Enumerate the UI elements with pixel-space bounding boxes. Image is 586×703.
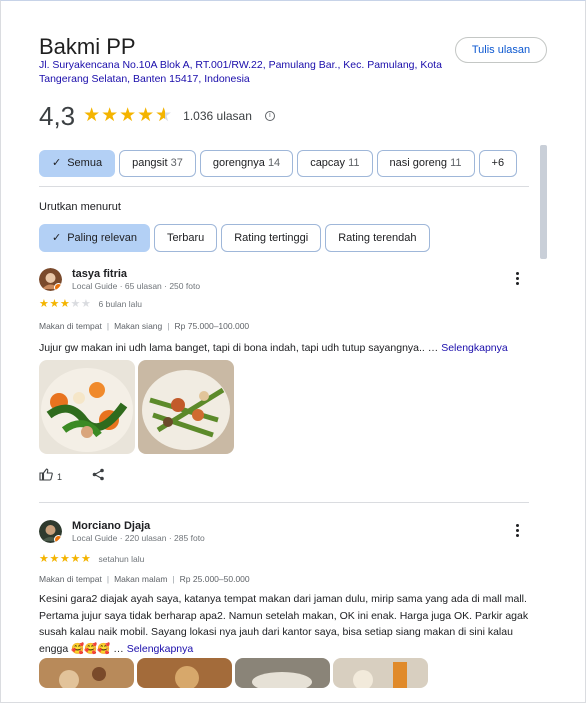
share-icon[interactable]: [92, 468, 105, 486]
star-icon: ★: [39, 553, 49, 565]
review-photos: [39, 360, 237, 454]
topic-filter-chips: ✓ Semua pangsit 37 gorengnya 14 capcay 11…: [39, 150, 521, 177]
chip-count: 14: [267, 157, 281, 169]
read-more-link[interactable]: Selengkapnya: [441, 342, 508, 354]
filter-chip-capcay[interactable]: capcay 11: [297, 150, 373, 177]
review-photo[interactable]: [138, 360, 234, 454]
filter-chip-nasi-goreng[interactable]: nasi goreng 11: [376, 150, 475, 177]
chip-label: nasi goreng: [389, 157, 448, 169]
reviewer-meta: Local Guide · 65 ulasan · 250 foto: [72, 281, 201, 291]
average-stars: ★ ★ ★ ★ ★ ★: [83, 106, 173, 126]
chip-label: capcay: [310, 157, 346, 169]
chip-count: 11: [450, 157, 462, 169]
like-count: 1: [57, 472, 63, 482]
review-photo[interactable]: [39, 658, 134, 688]
avatar[interactable]: [39, 520, 62, 543]
sort-options: ✓ Paling relevan Terbaru Rating tertinggi…: [39, 224, 434, 252]
star-icon: ★: [70, 298, 81, 310]
review-date: 6 bulan lalu: [98, 299, 142, 309]
filter-chip-semua[interactable]: ✓ Semua: [39, 150, 116, 177]
local-guide-badge-icon: [54, 535, 62, 543]
chip-label: Terbaru: [166, 232, 205, 244]
reviewer-name[interactable]: tasya fitria: [72, 268, 127, 280]
like-button[interactable]: [39, 468, 53, 486]
rating-summary: 4,3 ★ ★ ★ ★ ★ ★ 1.036 ulasan i: [39, 100, 275, 132]
half-star-icon: ★ ★: [155, 105, 173, 126]
filter-chip-gorengnya[interactable]: gorengnya 14: [199, 150, 294, 177]
sort-highest[interactable]: Rating tertinggi: [221, 224, 322, 252]
review-text: Kesini gara2 diajak ayah saya, katanya t…: [39, 591, 539, 657]
divider: [39, 502, 529, 503]
chip-count: 11: [348, 157, 360, 169]
sort-newest[interactable]: Terbaru: [153, 224, 218, 252]
star-icon: ★: [39, 298, 49, 310]
review-stars: ★ ★ ★ ★ ★ 6 bulan lalu: [39, 298, 142, 310]
chip-label: Rating terendah: [338, 232, 417, 244]
more-options-icon[interactable]: [515, 524, 521, 538]
star-icon: ★: [101, 105, 119, 126]
star-icon: ★: [49, 298, 60, 310]
average-rating: 4,3: [39, 100, 76, 131]
review-photo[interactable]: [137, 658, 232, 688]
sort-label: Urutkan menurut: [39, 201, 121, 213]
chip-label: Paling relevan: [67, 232, 137, 244]
review-text: Jujur gw makan ini udh lama banget, tapi…: [39, 340, 539, 357]
reviewer-name[interactable]: Morciano Djaja: [72, 520, 150, 532]
tag-price: Rp 25.000–50.000: [179, 574, 250, 584]
divider: [39, 186, 529, 187]
chip-count: 37: [170, 157, 183, 169]
review-photo[interactable]: [39, 360, 135, 454]
review-card: tasya fitria Local Guide · 65 ulasan · 2…: [39, 268, 539, 490]
tag-meal: Makan siang: [114, 321, 163, 331]
review-stars: ★ ★ ★ ★ ★ setahun lalu: [39, 553, 144, 565]
chip-label: +6: [491, 157, 505, 169]
read-more-link[interactable]: Selengkapnya: [127, 643, 194, 655]
sort-most-relevant[interactable]: ✓ Paling relevan: [39, 224, 150, 252]
review-date: setahun lalu: [98, 554, 145, 564]
filter-chip-pangsit[interactable]: pangsit 37: [119, 150, 196, 177]
star-icon: ★: [119, 105, 137, 126]
chip-label: Rating tertinggi: [234, 232, 309, 244]
tag-dining: Makan di tempat: [39, 574, 102, 584]
more-options-icon[interactable]: [515, 272, 521, 286]
review-photo[interactable]: [235, 658, 330, 688]
place-title: Bakmi PP: [39, 34, 136, 59]
review-body: Kesini gara2 diajak ayah saya, katanya t…: [39, 593, 529, 655]
local-guide-badge-icon: [54, 283, 62, 291]
review-body: Jujur gw makan ini udh lama banget, tapi…: [39, 342, 439, 354]
tag-meal: Makan malam: [114, 574, 168, 584]
check-icon: ✓: [52, 232, 62, 244]
chip-label: gorengnya: [212, 157, 265, 169]
review-card: Morciano Djaja Local Guide · 220 ulasan …: [39, 520, 539, 703]
avatar[interactable]: [39, 268, 62, 291]
tag-price: Rp 75.000–100.000: [174, 321, 250, 331]
place-address: Jl. Suryakencana No.10A Blok A, RT.001/R…: [39, 59, 442, 85]
chip-label: pangsit: [132, 157, 168, 169]
review-photos: [39, 658, 431, 688]
star-icon: ★: [81, 553, 91, 565]
tag-dining: Makan di tempat: [39, 321, 102, 331]
scrollbar[interactable]: [540, 145, 547, 259]
filter-chip-more[interactable]: +6: [478, 150, 518, 177]
review-tags: Makan di tempat | Makan siang | Rp 75.000–10…: [39, 321, 250, 331]
review-count: 1.036 ulasan: [183, 109, 252, 123]
info-icon[interactable]: i: [264, 111, 275, 121]
star-icon: ★: [60, 298, 70, 310]
sort-lowest[interactable]: Rating terendah: [325, 224, 430, 252]
star-icon: ★: [70, 553, 81, 565]
write-review-button[interactable]: Tulis ulasan: [455, 37, 547, 63]
chip-label: Semua: [67, 157, 103, 169]
check-icon: ✓: [52, 157, 62, 169]
review-photo[interactable]: [333, 658, 428, 688]
reviewer-meta: Local Guide · 220 ulasan · 285 foto: [72, 533, 205, 543]
star-icon: ★: [60, 553, 70, 565]
star-icon: ★: [83, 105, 101, 126]
review-tags: Makan di tempat | Makan malam | Rp 25.000–50…: [39, 574, 250, 584]
star-icon: ★: [81, 298, 91, 310]
star-icon: ★: [137, 105, 155, 126]
review-actions: 1: [39, 468, 105, 486]
star-icon: ★: [49, 553, 60, 565]
